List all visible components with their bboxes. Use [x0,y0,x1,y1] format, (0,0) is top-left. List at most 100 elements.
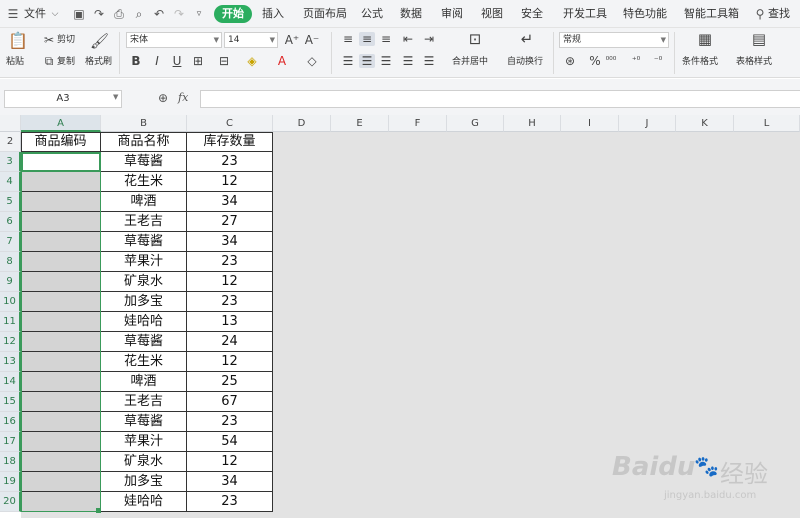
zoom-icon[interactable]: ⊕ [158,91,168,105]
code-cell[interactable] [21,432,101,452]
number-format-select[interactable]: 常规 ▼ [559,32,669,48]
align-center-icon[interactable]: ☰ [359,54,375,68]
row-header-2[interactable]: 2 [0,132,21,152]
table-style-button[interactable]: 表格样式 [736,56,772,68]
copy-button[interactable]: 复制 [57,56,75,68]
product-name-cell[interactable]: 草莓酱 [101,412,187,432]
tab-smart-toolbox[interactable]: 智能工具箱 [684,6,739,22]
wrap-text-icon[interactable]: ↵ [518,32,536,47]
font-size-select[interactable]: 14 ▼ [224,32,278,48]
percent-icon[interactable]: % [588,54,602,68]
header-cell-stock[interactable]: 库存数量 [187,132,273,152]
format-painter-icon[interactable]: 🖌 [90,32,109,50]
cut-button[interactable]: 剪切 [57,34,75,46]
font-name-select[interactable]: 宋体 ▼ [126,32,222,48]
copy-icon[interactable]: ⧉ [42,54,56,68]
increase-indent-icon[interactable]: ⇥ [421,32,437,46]
product-name-cell[interactable]: 娃哈哈 [101,492,187,512]
code-cell[interactable] [21,312,101,332]
row-header-10[interactable]: 10 [0,292,21,312]
stock-qty-cell[interactable]: 34 [187,232,273,252]
product-name-cell[interactable]: 王老吉 [101,212,187,232]
stock-qty-cell[interactable]: 23 [187,412,273,432]
code-cell[interactable] [21,192,101,212]
decrease-indent-icon[interactable]: ⇤ [400,32,416,46]
tab-home[interactable]: 开始 [214,5,252,23]
code-cell[interactable] [21,472,101,492]
stock-qty-cell[interactable]: 34 [187,472,273,492]
tab-security[interactable]: 安全 [521,6,543,22]
tab-data[interactable]: 数据 [400,6,422,22]
borders-icon[interactable]: ⊞ [190,54,206,68]
product-name-cell[interactable]: 草莓酱 [101,232,187,252]
column-header-c[interactable]: C [187,115,273,132]
align-right-icon[interactable]: ☰ [378,54,394,68]
column-header-g[interactable]: G [447,115,504,132]
product-name-cell[interactable]: 加多宝 [101,472,187,492]
name-box[interactable]: A3 [4,90,122,108]
stock-qty-cell[interactable]: 12 [187,352,273,372]
print-preview-icon[interactable]: ⌕ [132,7,146,21]
search-icon[interactable]: ⚲ [753,7,767,21]
tab-page-layout[interactable]: 页面布局 [303,6,347,22]
row-header-20[interactable]: 20 [0,492,21,512]
tab-formulas[interactable]: 公式 [361,6,383,22]
stock-qty-cell[interactable]: 13 [187,312,273,332]
header-cell-code[interactable]: 商品编码 [21,132,101,152]
code-cell[interactable] [21,232,101,252]
italic-icon[interactable]: I [150,54,164,68]
column-header-b[interactable]: B [101,115,187,132]
column-header-f[interactable]: F [389,115,447,132]
column-header-l[interactable]: L [734,115,800,132]
code-cell[interactable] [21,352,101,372]
thousands-icon[interactable]: ⁰⁰⁰ [604,54,618,68]
code-cell[interactable] [21,332,101,352]
row-header-4[interactable]: 4 [0,172,21,192]
conditional-format-button[interactable]: 条件格式 [682,56,718,68]
stock-qty-cell[interactable]: 23 [187,152,273,172]
formula-input[interactable] [200,90,800,108]
product-name-cell[interactable]: 娃哈哈 [101,312,187,332]
product-name-cell[interactable]: 草莓酱 [101,152,187,172]
column-header-k[interactable]: K [676,115,734,132]
row-header-12[interactable]: 12 [0,332,21,352]
stock-qty-cell[interactable]: 12 [187,452,273,472]
row-header-9[interactable]: 9 [0,272,21,292]
fill-color-icon[interactable]: ◈ [244,54,260,68]
row-header-13[interactable]: 13 [0,352,21,372]
stock-qty-cell[interactable]: 67 [187,392,273,412]
underline-icon[interactable]: U [170,54,184,68]
paste-button[interactable]: 粘贴 [6,56,24,68]
product-name-cell[interactable]: 草莓酱 [101,332,187,352]
quick-access-dropdown-icon[interactable]: ▿ [192,7,206,21]
align-top-icon[interactable]: ≡ [340,32,356,46]
select-all-corner[interactable] [0,115,21,132]
share-icon[interactable]: ↷ [92,7,106,21]
row-header-18[interactable]: 18 [0,452,21,472]
code-cell[interactable] [21,372,101,392]
column-header-j[interactable]: J [619,115,676,132]
product-name-cell[interactable]: 花生米 [101,172,187,192]
bold-icon[interactable]: B [129,54,143,68]
decrease-font-icon[interactable]: A⁻ [304,33,320,47]
paste-icon[interactable]: 📋 [8,32,28,50]
file-menu[interactable]: 文件 [24,6,46,22]
code-cell[interactable] [21,252,101,272]
product-name-cell[interactable]: 王老吉 [101,392,187,412]
product-name-cell[interactable]: 花生米 [101,352,187,372]
clear-format-icon[interactable]: ◇ [304,54,320,68]
conditional-format-icon[interactable]: ▦ [696,32,714,47]
tab-review[interactable]: 审阅 [441,6,463,22]
code-cell[interactable] [21,452,101,472]
save-icon[interactable]: ▣ [72,7,86,21]
tab-developer[interactable]: 开发工具 [563,6,607,22]
row-header-3[interactable]: 3 [0,152,21,172]
stock-qty-cell[interactable]: 12 [187,272,273,292]
align-bottom-icon[interactable]: ≡ [378,32,394,46]
row-header-19[interactable]: 19 [0,472,21,492]
stock-qty-cell[interactable]: 12 [187,172,273,192]
row-header-11[interactable]: 11 [0,312,21,332]
row-header-6[interactable]: 6 [0,212,21,232]
print-icon[interactable]: ⎙ [112,7,126,21]
align-middle-icon[interactable]: ≡ [359,32,375,46]
